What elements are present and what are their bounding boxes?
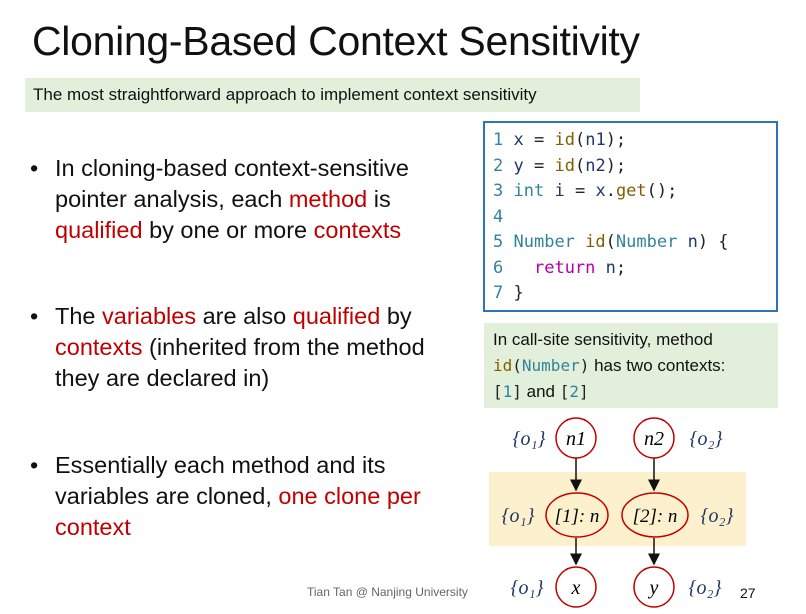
- pts-c2: {o₂}: [701, 505, 734, 527]
- pts-n1: {o₁}: [513, 428, 546, 450]
- pointer-flow-graph: n1 n2 [1]: n [2]: n x y {o₁} {o₂} {o₁} {…: [489, 417, 746, 608]
- label-y: y: [648, 577, 659, 599]
- pts-c1: {o₁}: [502, 505, 535, 527]
- pts-y: {o₂}: [689, 577, 722, 599]
- label-c1: [1]: n: [555, 506, 600, 527]
- label-n2: n2: [644, 428, 664, 450]
- label-c2: [2]: n: [633, 506, 678, 527]
- footer-author: Tian Tan @ Nanjing University: [307, 585, 468, 599]
- label-n1: n1: [566, 428, 586, 450]
- pts-x: {o₁}: [511, 577, 544, 599]
- page-number: 27: [740, 585, 756, 601]
- pts-n2: {o₂}: [690, 428, 723, 450]
- label-x: x: [571, 577, 581, 599]
